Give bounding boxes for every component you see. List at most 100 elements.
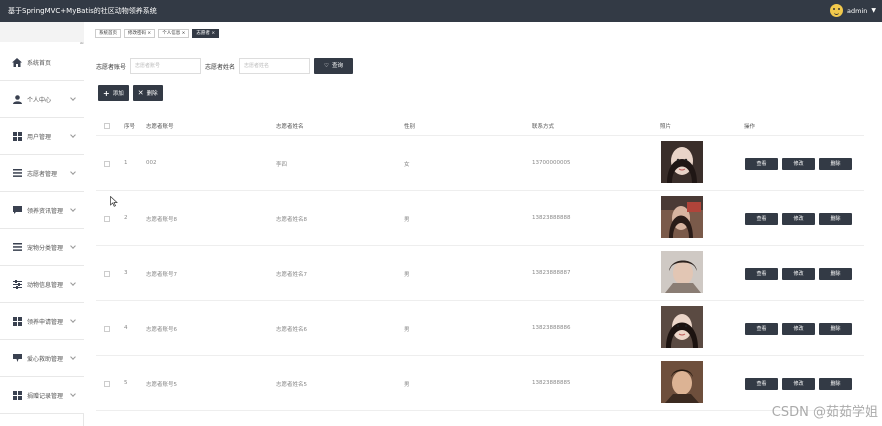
sidebar-item-label: 爱心救助管理 (27, 355, 64, 363)
sidebar-item-profile[interactable]: 个人中心 (0, 81, 84, 118)
volunteer-photo (661, 141, 703, 183)
view-button[interactable]: 查看 (745, 268, 778, 280)
row-actions: 查看 修改 删除 (745, 158, 852, 170)
avatar[interactable] (830, 4, 843, 17)
volunteer-photo (661, 306, 703, 348)
delete-row-button[interactable]: 删除 (819, 268, 852, 280)
view-button[interactable]: 查看 (745, 323, 778, 335)
grid-icon (12, 131, 22, 141)
user-menu[interactable]: admin ▼ (830, 4, 876, 17)
plus-icon: + (103, 88, 110, 98)
chevron-down-icon (70, 391, 76, 397)
row-gender: 男 (404, 217, 410, 223)
sidebar-item-users[interactable]: 用户管理 (0, 118, 84, 155)
column-header: 照片 (660, 124, 672, 130)
sidebar-item-label: 个人中心 (27, 96, 52, 104)
delete-button-label: 删除 (146, 91, 158, 97)
account-input[interactable]: 志愿者账号 (130, 58, 202, 74)
account-label: 志愿者账号 (96, 63, 127, 71)
row-index: 4 (124, 325, 128, 331)
table-row: 4 志愿者账号6 志愿者姓名6 男 13823888886 查看 修改 删除 (96, 301, 864, 356)
row-checkbox[interactable] (104, 161, 110, 167)
sidebar-item-adoption-news[interactable]: 领养资讯管理 (0, 192, 84, 229)
user-icon (12, 94, 22, 104)
home-icon (12, 57, 22, 67)
search-button-label: 查询 (331, 63, 343, 69)
row-account: 志愿者账号6 (146, 327, 177, 333)
sidebar-item-home[interactable]: 系统首页 (0, 44, 84, 81)
sidebar-item-rescue[interactable]: 爱心救助管理 (0, 340, 84, 377)
mouse-cursor-icon (110, 196, 118, 207)
close-icon: ✕ (137, 89, 144, 97)
column-header: 联系方式 (532, 124, 555, 130)
row-phone: 13823888888 (532, 215, 571, 221)
tab-change-password[interactable]: 修改密码 × (124, 29, 156, 38)
chevron-down-icon (70, 206, 76, 212)
row-name: 志愿者姓名6 (276, 327, 307, 333)
row-phone: 13823888885 (532, 380, 571, 386)
sidebar-item-animal-info[interactable]: 动物信息管理 (0, 266, 84, 303)
tab-home[interactable]: 系统首页 (95, 29, 121, 38)
row-checkbox[interactable] (104, 271, 110, 277)
row-actions: 查看 修改 删除 (745, 378, 852, 390)
column-header: 志愿者姓名 (276, 124, 304, 130)
comment-icon (12, 353, 22, 363)
edit-button[interactable]: 修改 (782, 323, 815, 335)
sidebar-item-label: 领养申请管理 (27, 318, 64, 326)
row-phone: 13700000005 (532, 160, 571, 166)
name-input[interactable]: 志愿者姓名 (239, 58, 311, 74)
row-checkbox[interactable] (104, 216, 110, 222)
tab-profile[interactable]: 个人信息 × (158, 29, 190, 38)
volunteer-photo (661, 361, 703, 403)
view-button[interactable]: 查看 (745, 378, 778, 390)
row-checkbox[interactable] (104, 381, 110, 387)
sidebar: 系统首页 个人中心 用户管理 志愿者管理 领养资讯管理 宠物分类管理 动物信息管… (0, 22, 84, 426)
row-gender: 男 (404, 272, 410, 278)
delete-row-button[interactable]: 删除 (819, 158, 852, 170)
chevron-down-icon (70, 354, 76, 360)
row-name: 志愿者姓名8 (276, 217, 307, 223)
delete-row-button[interactable]: 删除 (819, 323, 852, 335)
sidebar-item-label: 捐赠记录管理 (27, 392, 64, 400)
column-header: 志愿者账号 (146, 124, 174, 130)
delete-button[interactable]: ✕ 删除 (132, 85, 163, 101)
view-button[interactable]: 查看 (745, 158, 778, 170)
list-icon (12, 168, 22, 178)
sliders-icon (12, 279, 22, 289)
row-index: 3 (124, 270, 128, 276)
volunteer-photo (661, 196, 703, 238)
row-index: 5 (124, 380, 128, 386)
grid-icon (12, 390, 22, 400)
username[interactable]: admin (847, 7, 867, 15)
sidebar-item-pet-category[interactable]: 宠物分类管理 (0, 229, 84, 266)
delete-row-button[interactable]: 删除 (819, 213, 852, 225)
table-header: 序号 志愿者账号 志愿者姓名 性别 联系方式 照片 操作 (96, 116, 864, 136)
edit-button[interactable]: 修改 (782, 268, 815, 280)
sidebar-top-strip (0, 22, 84, 42)
sidebar-item-label: 用户管理 (27, 133, 52, 141)
search-button[interactable]: ♡ 查询 (314, 58, 353, 74)
edit-button[interactable]: 修改 (782, 213, 815, 225)
view-button[interactable]: 查看 (745, 213, 778, 225)
search-form: 志愿者账号 志愿者账号 志愿者姓名 志愿者姓名 ♡ 查询 (96, 58, 353, 74)
sidebar-item-donation[interactable]: 捐赠记录管理 (0, 377, 84, 414)
heart-icon: ♡ (324, 63, 329, 69)
add-button[interactable]: + 添加 (98, 85, 129, 101)
sidebar-item-volunteers[interactable]: 志愿者管理 (0, 155, 84, 192)
edit-button[interactable]: 修改 (782, 158, 815, 170)
chevron-down-icon (70, 132, 76, 138)
chevron-down-icon (70, 169, 76, 175)
volunteer-table: 序号 志愿者账号 志愿者姓名 性别 联系方式 照片 操作 1 002 李四 女 … (96, 116, 864, 411)
add-button-label: 添加 (112, 91, 124, 97)
row-account: 002 (146, 160, 157, 166)
row-index: 2 (124, 215, 128, 221)
edit-button[interactable]: 修改 (782, 378, 815, 390)
sidebar-item-adoption-apply[interactable]: 领养申请管理 (0, 303, 84, 340)
table-row: 1 002 李四 女 13700000005 查看 修改 删除 (96, 136, 864, 191)
column-header: 序号 (124, 124, 136, 130)
tab-volunteers[interactable]: 志愿者 × (192, 29, 220, 38)
row-checkbox[interactable] (104, 326, 110, 332)
delete-row-button[interactable]: 删除 (819, 378, 852, 390)
select-all-checkbox[interactable] (104, 123, 110, 129)
caret-down-icon[interactable]: ▼ (871, 7, 876, 14)
